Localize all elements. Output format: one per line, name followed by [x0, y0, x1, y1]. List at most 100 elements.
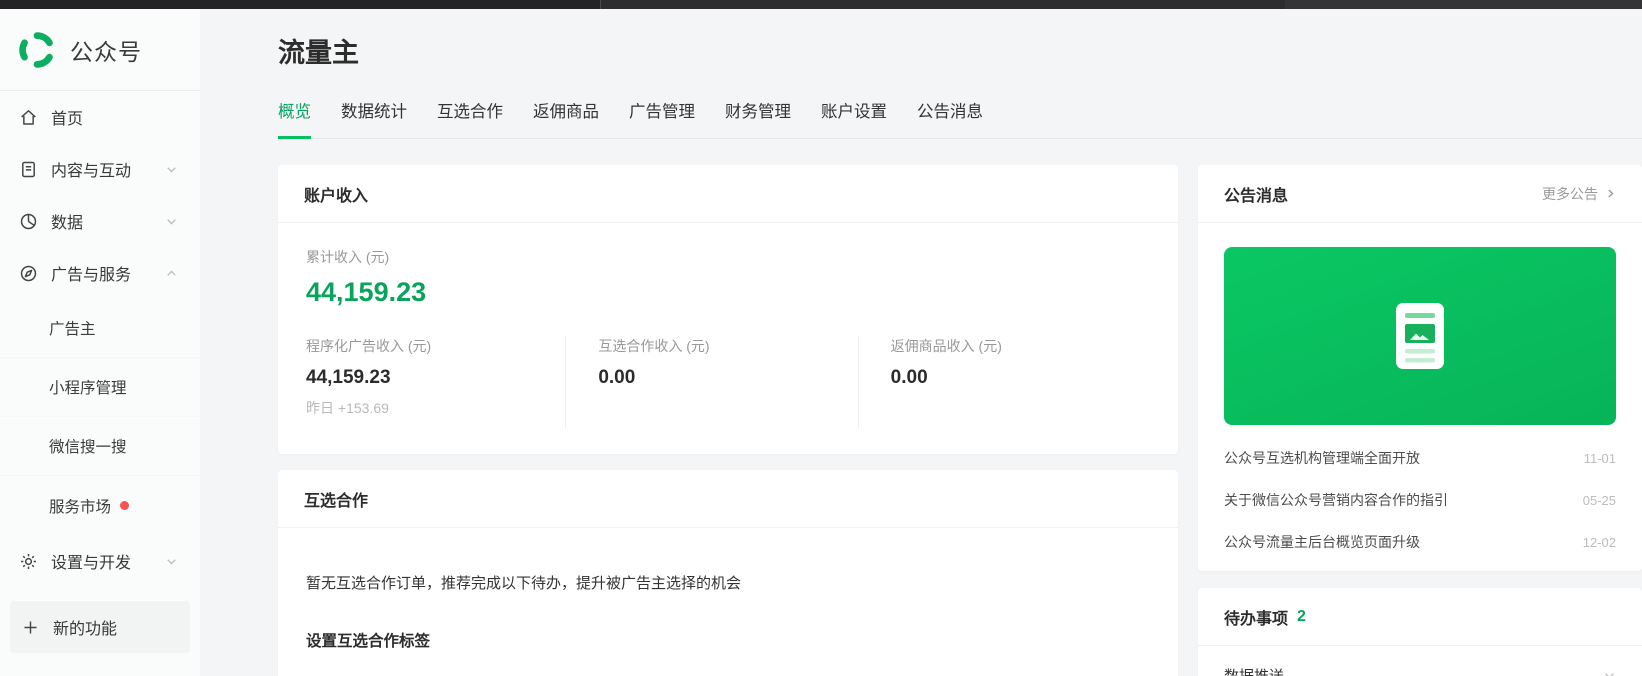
todo-item-data-push[interactable]: 数据推送 [1198, 646, 1642, 676]
sidebar: 公众号 首页 内容与互动 数据 广告与服务 广告主 小程序管理 微信搜一搜 服务… [0, 9, 200, 676]
browser-chrome-right [1285, 0, 1642, 9]
browser-chrome-strip [0, 0, 1642, 9]
sidebar-item-label: 新的功能 [53, 621, 118, 638]
sidebar-item-data[interactable]: 数据 [0, 195, 200, 247]
tab-finance-management[interactable]: 财务管理 [725, 98, 791, 138]
sidebar-subitem-service-market[interactable]: 服务市场 [0, 476, 200, 535]
sidebar-subitem-search[interactable]: 微信搜一搜 [0, 417, 200, 476]
sidebar-item-settings-dev[interactable]: 设置与开发 [0, 535, 200, 587]
total-income-value: 44,159.23 [306, 277, 427, 307]
wechat-mp-logo-icon [17, 30, 57, 70]
browser-tab-divider [600, 0, 1285, 9]
announcement-date: 11-01 [1583, 450, 1616, 466]
income-col-label: 互选合作收入 (元) [598, 338, 710, 354]
announcement-text: 关于微信公众号营销内容合作的指引 [1224, 492, 1448, 508]
tab-mutual-cooperation[interactable]: 互选合作 [437, 98, 503, 138]
income-col-value: 44,159.23 [306, 367, 391, 388]
total-income-label: 累计收入 (元) [306, 249, 390, 265]
income-col-programmatic-ads: 程序化广告收入 (元) 44,159.23 昨日 +153.69 [306, 336, 565, 428]
todo-item-label: 数据推送 [1224, 667, 1285, 676]
cooperation-card-body: 暂无互选合作订单，推荐完成以下待办，提升被广告主选择的机会 设置互选合作标签 互… [278, 528, 1178, 676]
cooperation-todo-title: 设置互选合作标签 [306, 633, 431, 650]
content-area: 账户收入 累计收入 (元) 44,159.23 程序化广告收入 (元) 44,1… [278, 165, 1642, 676]
sidebar-item-label: 广告与服务 [51, 267, 132, 284]
sidebar-nav: 首页 内容与互动 数据 广告与服务 广告主 小程序管理 微信搜一搜 服务市场 设… [0, 91, 200, 653]
announcement-banner[interactable] [1224, 247, 1616, 425]
announcement-item[interactable]: 公众号流量主后台概览页面升级 12-02 [1224, 521, 1616, 563]
left-column: 账户收入 累计收入 (元) 44,159.23 程序化广告收入 (元) 44,1… [278, 165, 1178, 676]
todo-header: 待办事项 2 [1198, 588, 1642, 646]
income-col-mutual-cooperation: 互选合作收入 (元) 0.00 [565, 336, 857, 428]
announcement-date: 05-25 [1582, 492, 1616, 508]
sidebar-item-label: 内容与互动 [51, 163, 132, 180]
announcement-text: 公众号互选机构管理端全面开放 [1224, 450, 1420, 466]
announcement-list: 公众号互选机构管理端全面开放 11-01 关于微信公众号营销内容合作的指引 05… [1224, 437, 1616, 563]
income-card-body: 累计收入 (元) 44,159.23 程序化广告收入 (元) 44,159.23… [278, 223, 1178, 454]
sidebar-item-content[interactable]: 内容与互动 [0, 143, 200, 195]
income-col-label: 程序化广告收入 (元) [306, 338, 432, 354]
cooperation-empty-text: 暂无互选合作订单，推荐完成以下待办，提升被广告主选择的机会 [306, 575, 742, 592]
tab-bar: 概览 数据统计 互选合作 返佣商品 广告管理 财务管理 账户设置 公告消息 [278, 98, 1642, 139]
sidebar-subitem-advertiser[interactable]: 广告主 [0, 299, 200, 358]
sidebar-item-new-feature[interactable]: 新的功能 [10, 601, 190, 653]
tab-rebate-goods[interactable]: 返佣商品 [533, 98, 599, 138]
sidebar-submenu: 广告主 小程序管理 微信搜一搜 服务市场 [0, 299, 200, 535]
home-icon [18, 107, 38, 127]
sidebar-item-label: 首页 [51, 111, 84, 128]
income-col-rebate-goods: 返佣商品收入 (元) 0.00 [857, 336, 1150, 428]
announcements-card: 公告消息 更多公告 公众号互选机构管理端全面开放 11-01 关于微信公众号营销… [1198, 165, 1642, 571]
cooperation-card-title: 互选合作 [278, 470, 1178, 528]
more-announcements-link[interactable]: 更多公告 [1542, 184, 1616, 204]
income-col-yesterday-delta: 昨日 +153.69 [306, 400, 389, 416]
plus-icon [20, 617, 40, 637]
logo-row: 公众号 [0, 9, 200, 91]
more-announcements-label: 更多公告 [1542, 185, 1598, 202]
income-card-title: 账户收入 [278, 165, 1178, 223]
document-icon [18, 159, 38, 179]
income-card: 账户收入 累计收入 (元) 44,159.23 程序化广告收入 (元) 44,1… [278, 165, 1178, 454]
income-col-value: 0.00 [598, 367, 636, 388]
article-document-icon [1396, 303, 1444, 369]
sidebar-subitem-label: 微信搜一搜 [49, 439, 127, 456]
pie-chart-icon [18, 211, 38, 231]
cooperation-desc-row: 互选选号能力已升级，请流量主设置合适的标签，精准且丰富的标签有助于更好地匹配广告… [306, 651, 1150, 676]
tab-announcements[interactable]: 公告消息 [917, 98, 983, 138]
sidebar-item-label: 设置与开发 [51, 555, 132, 572]
gear-icon [18, 551, 38, 571]
todo-title: 待办事项 [1224, 610, 1289, 628]
sidebar-subitem-label: 小程序管理 [49, 380, 127, 397]
sidebar-subitem-miniprogram[interactable]: 小程序管理 [0, 358, 200, 417]
announcement-text: 公众号流量主后台概览页面升级 [1224, 534, 1420, 550]
income-col-label: 返佣商品收入 (元) [890, 338, 1002, 354]
announcement-item[interactable]: 公众号互选机构管理端全面开放 11-01 [1224, 437, 1616, 479]
chevron-right-icon [1608, 189, 1614, 198]
chevron-down-icon [165, 555, 178, 568]
todo-card: 待办事项 2 数据推送 [1198, 588, 1642, 676]
todo-count-badge: 2 [1297, 607, 1306, 625]
chevron-up-icon [165, 267, 178, 280]
announcement-date: 12-02 [1582, 534, 1616, 550]
sidebar-subitem-label: 服务市场 [49, 498, 112, 516]
sidebar-item-ads-services[interactable]: 广告与服务 [0, 247, 200, 299]
tab-overview[interactable]: 概览 [278, 98, 311, 139]
tab-account-settings[interactable]: 账户设置 [821, 98, 887, 138]
right-column: 公告消息 更多公告 公众号互选机构管理端全面开放 11-01 关于微信公众号营销… [1198, 165, 1642, 676]
page-title: 流量主 [278, 38, 359, 68]
logo-text: 公众号 [70, 38, 142, 65]
sidebar-item-label: 数据 [51, 215, 84, 232]
chevron-down-icon [1605, 672, 1614, 676]
sidebar-subitem-label: 广告主 [49, 321, 96, 338]
income-col-value: 0.00 [890, 367, 928, 388]
tab-ad-management[interactable]: 广告管理 [629, 98, 695, 138]
chevron-down-icon [165, 163, 178, 176]
sidebar-item-home[interactable]: 首页 [0, 91, 200, 143]
main-area: 流量主 概览 数据统计 互选合作 返佣商品 广告管理 财务管理 账户设置 公告消… [200, 9, 1642, 676]
app-window: 公众号 首页 内容与互动 数据 广告与服务 广告主 小程序管理 微信搜一搜 服务… [0, 9, 1642, 676]
cooperation-card: 互选合作 暂无互选合作订单，推荐完成以下待办，提升被广告主选择的机会 设置互选合… [278, 470, 1178, 676]
announcements-body: 公众号互选机构管理端全面开放 11-01 关于微信公众号营销内容合作的指引 05… [1198, 223, 1642, 571]
income-breakdown: 程序化广告收入 (元) 44,159.23 昨日 +153.69 互选合作收入 … [306, 336, 1150, 428]
announcement-item[interactable]: 关于微信公众号营销内容合作的指引 05-25 [1224, 479, 1616, 521]
red-dot-badge [120, 501, 130, 510]
compass-icon [18, 263, 38, 283]
tab-data-statistics[interactable]: 数据统计 [341, 98, 407, 138]
